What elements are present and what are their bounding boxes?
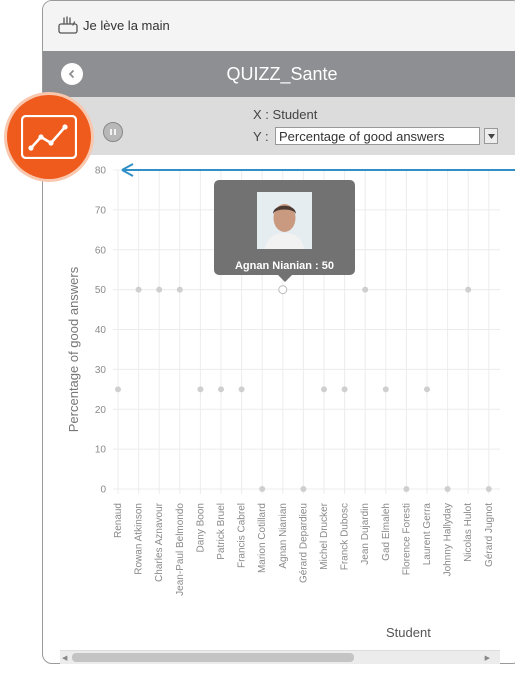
data-point[interactable]: [382, 386, 389, 393]
data-point[interactable]: [259, 486, 266, 492]
x-tick-label: Johnny Hallyday: [443, 503, 454, 576]
data-point[interactable]: [218, 386, 224, 393]
data-point[interactable]: [465, 286, 472, 293]
data-point[interactable]: [362, 286, 369, 293]
y-tick-label: 60: [95, 245, 107, 256]
y-axis-select[interactable]: Percentage of good answers: [275, 127, 480, 145]
y-tick-label: 30: [95, 365, 107, 376]
scroll-left-icon[interactable]: ◀: [62, 654, 67, 662]
app-topbar: Je lève la main: [43, 1, 515, 52]
horizontal-scrollbar[interactable]: ◀ ▶: [60, 650, 500, 664]
x-axis-title: Student: [386, 625, 431, 640]
x-tick-label: Patrick Bruel: [216, 503, 227, 560]
data-point[interactable]: [321, 386, 327, 393]
x-tick-label: Francis Cabrel: [237, 503, 248, 568]
data-point[interactable]: [424, 386, 430, 393]
x-tick-label: Agnan Nianian: [278, 503, 289, 569]
x-tick-label: Michel Drucker: [319, 502, 330, 569]
x-tick-label: Laurent Gerra: [422, 503, 433, 566]
y-tick-label: 0: [100, 485, 106, 496]
data-point[interactable]: [485, 486, 492, 492]
y-tick-label: 80: [95, 166, 107, 177]
axis-selector-bar: X : Student Y : Percentage of good answe…: [43, 97, 515, 155]
data-tooltip: Agnan Nianian : 50: [214, 180, 355, 282]
x-tick-label: Rowan Atkinson: [134, 503, 145, 575]
raised-hand-icon: [58, 15, 78, 35]
data-point[interactable]: [403, 486, 410, 492]
x-tick-label: Marion Cotillard: [257, 503, 268, 573]
data-point[interactable]: [197, 386, 204, 393]
data-point[interactable]: [135, 286, 142, 293]
tooltip-arrow: [278, 275, 292, 282]
x-tick-label: Dany Boon: [195, 503, 206, 552]
y-tick-label: 70: [95, 205, 107, 216]
y-axis-title: Percentage of good answers: [66, 266, 81, 432]
x-tick-label: Gérard Jugnot: [484, 503, 495, 567]
student-photo: [257, 192, 312, 249]
data-point[interactable]: [176, 286, 183, 293]
data-point[interactable]: [278, 285, 288, 295]
line-chart-icon: [21, 115, 77, 159]
x-axis-label: X :: [253, 107, 269, 122]
app-title: Je lève la main: [83, 18, 170, 33]
tooltip-text: Agnan Nianian : 50: [234, 260, 335, 272]
y-tick-label: 40: [95, 325, 107, 336]
dropdown-arrow-icon[interactable]: [484, 128, 498, 144]
x-tick-label: Franck Dubosc: [340, 503, 351, 570]
quiz-header: QUIZZ_Sante: [43, 51, 515, 97]
y-tick-label: 20: [95, 405, 107, 416]
scroll-right-icon[interactable]: ▶: [485, 654, 490, 662]
x-tick-label: Nicolas Hulot: [463, 503, 474, 562]
page-title: QUIZZ_Sante: [226, 64, 338, 84]
data-point[interactable]: [156, 286, 163, 293]
y-axis-label: Y :: [253, 129, 269, 144]
x-tick-label: Florence Foresti: [401, 503, 412, 575]
data-point[interactable]: [238, 386, 245, 393]
x-tick-label: Gad Elmaleh: [381, 503, 392, 561]
x-axis-row: X : Student: [253, 107, 317, 122]
data-point[interactable]: [341, 386, 348, 393]
x-tick-label: Gérard Depardieu: [298, 503, 309, 583]
scrollbar-thumb[interactable]: [72, 653, 354, 662]
x-axis-value: Student: [272, 107, 318, 122]
data-point[interactable]: [300, 486, 307, 492]
refresh-icon[interactable]: [103, 122, 123, 142]
chart-view-button[interactable]: [7, 95, 91, 179]
x-tick-label: Renaud: [113, 503, 124, 538]
y-tick-label: 10: [95, 445, 107, 456]
x-tick-label: Jean Dujardin: [360, 503, 371, 565]
x-tick-label: Jean-Paul Belmondo: [175, 503, 186, 596]
data-point[interactable]: [444, 486, 451, 492]
data-point[interactable]: [115, 386, 121, 393]
x-tick-label: Charles Aznavour: [154, 502, 165, 582]
y-tick-label: 50: [95, 285, 107, 296]
